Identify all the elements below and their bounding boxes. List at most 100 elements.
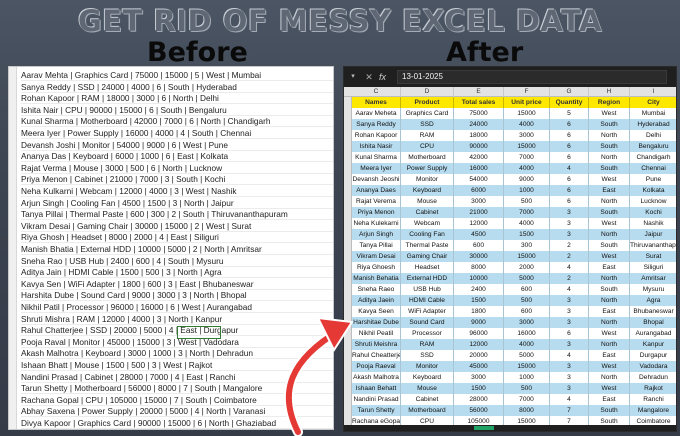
table-cell[interactable]: West [589,218,630,229]
table-cell[interactable]: 300 [504,240,550,251]
table-cell[interactable]: Amritsar [630,273,676,284]
header-cell[interactable]: Total sales [454,97,504,108]
table-cell[interactable]: Mumbai [630,108,676,119]
table-cell[interactable]: 1800 [454,306,504,317]
table-cell[interactable]: 54000 [454,174,504,185]
table-cell[interactable]: East [589,350,630,361]
table-cell[interactable]: 1000 [504,372,550,383]
table-cell[interactable]: 15000 [504,141,550,152]
row-number[interactable] [344,350,352,361]
table-cell[interactable]: 28000 [454,394,504,405]
before-sheet[interactable]: Aarav Mehta | Graphics Card | 75000 | 15… [8,66,334,430]
table-cell[interactable]: 3000 [454,372,504,383]
table-cell[interactable]: 20000 [454,350,504,361]
table-cell[interactable]: 500 [504,295,550,306]
table-cell[interactable]: Ishita Nasir [352,141,401,152]
table-cell[interactable]: 21000 [454,207,504,218]
row-number[interactable] [344,405,352,416]
column-letter[interactable]: E [454,87,504,97]
table-cell[interactable]: 6000 [454,185,504,196]
table-cell[interactable]: 3 [550,317,589,328]
table-cell[interactable]: 600 [504,306,550,317]
table-cell[interactable]: Vadodara [630,361,676,372]
raw-data-row[interactable]: Riya Ghosh | Headset | 8000 | 2000 | 4 |… [21,231,333,244]
table-cell[interactable]: 15000 [504,361,550,372]
table-cell[interactable]: 3000 [454,196,504,207]
table-cell[interactable]: Mouse [401,383,454,394]
table-cell[interactable]: South [589,141,630,152]
table-cell[interactable]: West [589,328,630,339]
table-cell[interactable]: Nandini Prasad [352,394,401,405]
table-cell[interactable]: 3 [550,229,589,240]
raw-data-row[interactable]: Vikram Desai | Gaming Chair | 30000 | 15… [21,220,333,232]
table-cell[interactable]: 12000 [454,339,504,350]
table-cell[interactable]: Ishaan Behatt [352,383,401,394]
table-cell[interactable]: 500 [504,196,550,207]
table-cell[interactable]: RAM [401,339,454,350]
table-cell[interactable]: Cabinet [401,394,454,405]
table-cell[interactable]: 5 [550,108,589,119]
table-cell[interactable]: Sanya Reddy [352,119,401,130]
table-cell[interactable]: 7000 [504,394,550,405]
row-number[interactable] [344,163,352,174]
table-cell[interactable]: South [589,119,630,130]
table-cell[interactable]: 15000 [504,251,550,262]
table-cell[interactable]: Vikram Desai [352,251,401,262]
table-cell[interactable]: Cooling Fan [401,229,454,240]
row-number[interactable] [344,339,352,350]
column-letter[interactable]: C [352,87,401,97]
table-cell[interactable]: North [589,196,630,207]
raw-data-row[interactable]: Arjun Singh | Cooling Fan | 4500 | 1500 … [21,197,333,209]
table-cell[interactable]: WiFi Adapter [401,306,454,317]
row-number[interactable] [344,383,352,394]
raw-data-row[interactable]: Tarun Shetty | Motherboard | 56000 | 800… [21,382,333,395]
table-cell[interactable]: Power Supply [401,163,454,174]
raw-data-row[interactable]: Nandini Prasad | Cabinet | 28000 | 7000 … [21,371,333,383]
table-cell[interactable]: 4 [550,163,589,174]
fx-icon[interactable]: fx [379,72,393,82]
table-cell[interactable]: Delhi [630,130,676,141]
table-cell[interactable]: 3 [550,295,589,306]
table-cell[interactable]: SSD [401,119,454,130]
raw-data-row[interactable]: Devansh Joshi | Monitor | 54000 | 9000 |… [21,139,333,151]
row-number[interactable] [344,185,352,196]
table-cell[interactable]: Nashik [630,218,676,229]
table-cell[interactable]: Jaipur [630,229,676,240]
table-cell[interactable]: Nikhil Peatil [352,328,401,339]
row-number[interactable] [344,262,352,273]
table-cell[interactable]: Harshitae Dube [352,317,401,328]
table-cell[interactable]: USB Hub [401,284,454,295]
table-cell[interactable]: 6 [550,130,589,141]
table-cell[interactable]: South [589,207,630,218]
table-cell[interactable]: 9000 [454,317,504,328]
table-cell[interactable]: Shruti Meishra [352,339,401,350]
table-cell[interactable]: CPU [401,141,454,152]
row-number[interactable] [344,218,352,229]
table-cell[interactable]: Bhubaneswar [630,306,676,317]
table-cell[interactable]: 1500 [454,295,504,306]
row-number[interactable] [344,229,352,240]
table-cell[interactable]: North [589,229,630,240]
table-cell[interactable]: West [589,174,630,185]
table-cell[interactable]: Rajkot [630,383,676,394]
table-cell[interactable]: 2000 [504,262,550,273]
column-letter[interactable]: I [630,87,676,97]
table-cell[interactable]: North [589,152,630,163]
table-cell[interactable]: 96000 [454,328,504,339]
table-cell[interactable]: 45000 [454,361,504,372]
header-cell[interactable]: Names [352,97,401,108]
table-cell[interactable]: 2 [550,273,589,284]
name-box-icon[interactable]: ▾ [346,70,360,84]
table-cell[interactable]: Meera Iyer [352,163,401,174]
table-cell[interactable]: 5000 [504,350,550,361]
raw-data-row[interactable]: Neha Kulkarni | Webcam | 12000 | 4000 | … [21,185,333,197]
raw-data-row[interactable]: Ananya Das | Keyboard | 6000 | 1000 | 6 … [21,150,333,163]
table-cell[interactable]: 1500 [504,229,550,240]
table-cell[interactable]: Kochi [630,207,676,218]
raw-data-row[interactable]: Kavya Sen | WiFi Adapter | 1800 | 600 | … [21,278,333,290]
table-cell[interactable]: Kunal Sharma [352,152,401,163]
table-cell[interactable]: 6 [550,196,589,207]
table-cell[interactable]: 4 [550,284,589,295]
table-cell[interactable]: Gaming Chair [401,251,454,262]
raw-data-row[interactable]: Shruti Mishra | RAM | 12000 | 4000 | 3 |… [21,313,333,325]
